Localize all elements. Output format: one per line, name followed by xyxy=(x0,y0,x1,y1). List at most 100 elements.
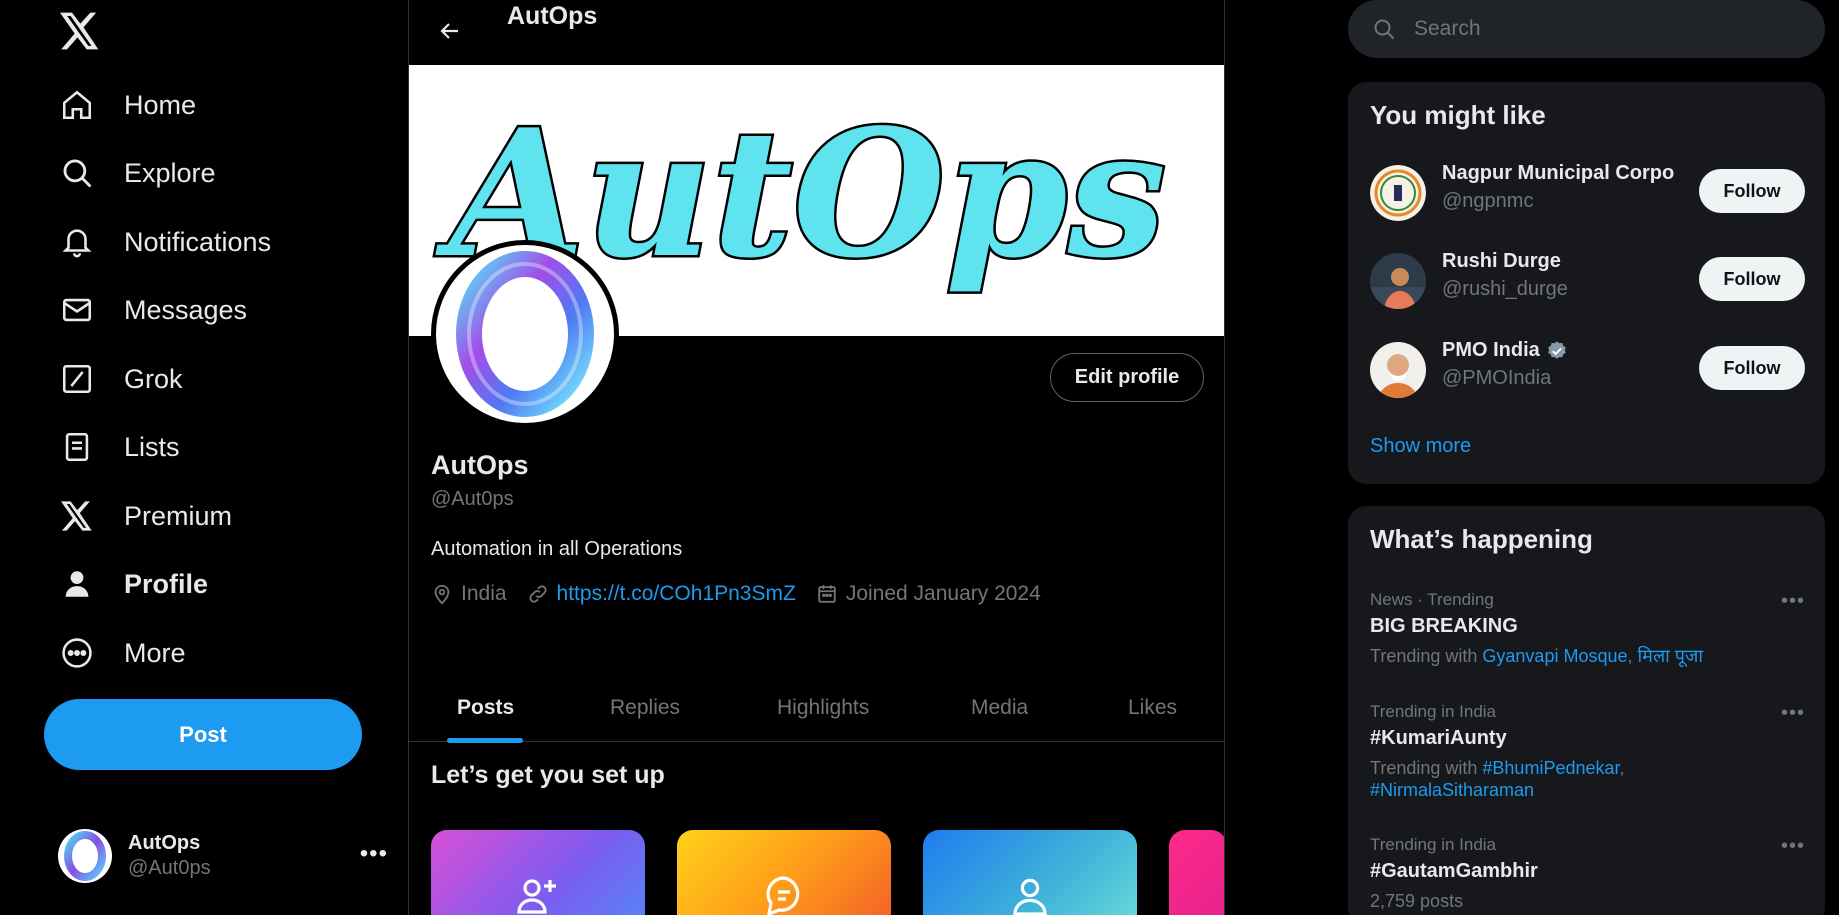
trend-related: Trending with #BhumiPednekar, #NirmalaSi… xyxy=(1370,758,1625,800)
link-icon xyxy=(528,585,547,603)
joined: Joined January 2024 xyxy=(816,582,1041,606)
more-horizontal-icon[interactable]: ••• xyxy=(360,840,388,868)
nav-item-profile[interactable]: Profile xyxy=(60,559,208,609)
suggestion-name: Nagpur Municipal Corpo xyxy=(1442,162,1675,184)
trend-item[interactable]: Trending in India #KumariAunty Trending … xyxy=(1370,702,1805,801)
right-sidebar: You might like Nagpur Municipal Corpo @n… xyxy=(1348,0,1826,915)
nav-label: Home xyxy=(124,89,197,120)
nav-label: Profile xyxy=(124,568,209,599)
profile-header-bar: AutOps xyxy=(409,0,1224,64)
joined-text: Joined January 2024 xyxy=(845,582,1041,605)
app: Home Explore Notifications Messages Grok xyxy=(0,0,1839,915)
tab-likes[interactable]: Likes xyxy=(1128,674,1177,742)
add-person-icon xyxy=(514,872,562,915)
suggestion-handle: @ngpnmc xyxy=(1442,190,1534,212)
setup-card-topics[interactable] xyxy=(677,830,891,915)
setup-card-profile[interactable] xyxy=(923,830,1137,915)
suggestion-row[interactable]: Rushi Durge @rushi_durge Follow xyxy=(1370,250,1805,310)
bell-icon xyxy=(60,225,94,259)
search-icon xyxy=(60,156,94,190)
suggestion-row[interactable]: Nagpur Municipal Corpo @ngpnmc Follow xyxy=(1370,162,1805,222)
profile-column: AutOps AutOps Edit profile AutOps @Aut0p… xyxy=(408,0,1225,915)
trend-related-link[interactable]: Gyanvapi Mosque xyxy=(1482,646,1627,666)
nav-item-grok[interactable]: Grok xyxy=(60,354,183,404)
nav-item-more[interactable]: More xyxy=(60,628,186,678)
home-icon xyxy=(60,88,94,122)
tab-media[interactable]: Media xyxy=(971,674,1028,742)
trend-item[interactable]: News · Trending BIG BREAKING Trending wi… xyxy=(1370,590,1805,667)
follow-button[interactable]: Follow xyxy=(1699,346,1805,390)
avatar xyxy=(1370,253,1426,309)
tab-highlights[interactable]: Highlights xyxy=(777,674,869,742)
suggestion-name-text: PMO India xyxy=(1442,339,1540,361)
trend-context: Trending in India xyxy=(1370,835,1497,854)
x-logo-icon[interactable] xyxy=(60,12,100,52)
trend-post-count: 2,759 posts xyxy=(1370,891,1464,911)
trend-related-link[interactable]: #BhumiPednekar xyxy=(1482,758,1619,778)
location-text: India xyxy=(461,582,507,605)
envelope-icon xyxy=(60,293,94,327)
trend-related-link[interactable]: #NirmalaSitharaman xyxy=(1370,780,1534,800)
location-pin-icon xyxy=(434,584,450,605)
profile-bio: Automation in all Operations xyxy=(431,538,683,560)
setup-card-follow[interactable] xyxy=(431,830,645,915)
trending-title: What’s happening xyxy=(1370,524,1593,554)
back-arrow-icon[interactable] xyxy=(433,14,467,48)
verified-badge-icon xyxy=(1547,340,1566,359)
location: India xyxy=(431,582,507,606)
who-to-follow-panel: You might like Nagpur Municipal Corpo @n… xyxy=(1348,82,1825,484)
nav-label: Messages xyxy=(124,294,248,325)
page-title: AutOps xyxy=(507,2,598,30)
nav-item-premium[interactable]: Premium xyxy=(60,491,232,541)
nav-label: Grok xyxy=(124,363,183,394)
account-switcher[interactable]: AutOps @Aut0ps ••• xyxy=(58,826,388,886)
suggestion-row[interactable]: PMO India @PMOIndia Follow xyxy=(1370,339,1805,399)
suggestion-handle: @rushi_durge xyxy=(1442,278,1568,300)
more-horizontal-icon[interactable]: ••• xyxy=(1781,702,1805,725)
nav-label: Premium xyxy=(124,500,233,531)
profile-avatar[interactable] xyxy=(431,240,619,428)
more-horizontal-icon[interactable]: ••• xyxy=(1781,835,1805,858)
account-name: AutOps xyxy=(128,832,201,854)
account-handle: @Aut0ps xyxy=(128,857,211,879)
avatar xyxy=(1370,165,1426,221)
website-link[interactable]: https://t.co/COh1Pn3SmZ xyxy=(557,582,796,606)
suggestion-name: PMO India xyxy=(1442,339,1692,362)
grok-icon xyxy=(60,362,94,396)
website: https://t.co/COh1Pn3SmZ xyxy=(527,582,796,606)
nav-item-home[interactable]: Home xyxy=(60,80,196,130)
who-to-follow-title: You might like xyxy=(1370,100,1546,130)
trend-context: News · Trending xyxy=(1370,590,1494,609)
trending-panel: What’s happening News · Trending BIG BRE… xyxy=(1348,506,1825,915)
nav-item-explore[interactable]: Explore xyxy=(60,148,216,198)
search-input[interactable] xyxy=(1414,17,1774,41)
search-bar[interactable] xyxy=(1348,0,1825,58)
trend-related-link[interactable]: मिला पूजा xyxy=(1638,646,1704,666)
nav-label: Notifications xyxy=(124,226,272,257)
profile-name: AutOps xyxy=(431,450,529,480)
more-circle-icon xyxy=(60,636,94,670)
profile-meta: India https://t.co/COh1Pn3SmZ Joined Jan… xyxy=(431,580,1061,608)
trending-with-label: Trending with xyxy=(1370,646,1478,666)
nav-label: More xyxy=(124,637,186,668)
trend-related: Trending with Gyanvapi Mosque, मिला पूजा xyxy=(1370,646,1704,666)
tab-posts[interactable]: Posts xyxy=(457,674,514,742)
nav-item-notifications[interactable]: Notifications xyxy=(60,217,271,267)
avatar xyxy=(1370,342,1426,398)
trend-name: BIG BREAKING xyxy=(1370,615,1518,637)
post-button[interactable]: Post xyxy=(44,699,362,770)
profile-tabs: Posts Replies Highlights Media Likes xyxy=(409,674,1224,743)
more-horizontal-icon[interactable]: ••• xyxy=(1781,590,1805,613)
edit-profile-button[interactable]: Edit profile xyxy=(1050,353,1204,402)
trend-item[interactable]: Trending in India #GautamGambhir 2,759 p… xyxy=(1370,835,1805,912)
follow-button[interactable]: Follow xyxy=(1699,169,1805,213)
nav-item-messages[interactable]: Messages xyxy=(60,285,247,335)
follow-button[interactable]: Follow xyxy=(1699,257,1805,301)
avatar xyxy=(58,829,112,883)
tab-replies[interactable]: Replies xyxy=(610,674,680,742)
list-icon xyxy=(60,430,94,464)
suggestion-name: Rushi Durge xyxy=(1442,250,1561,272)
setup-card-more[interactable] xyxy=(1169,830,1224,915)
show-more-link[interactable]: Show more xyxy=(1370,435,1471,458)
nav-item-lists[interactable]: Lists xyxy=(60,422,180,472)
